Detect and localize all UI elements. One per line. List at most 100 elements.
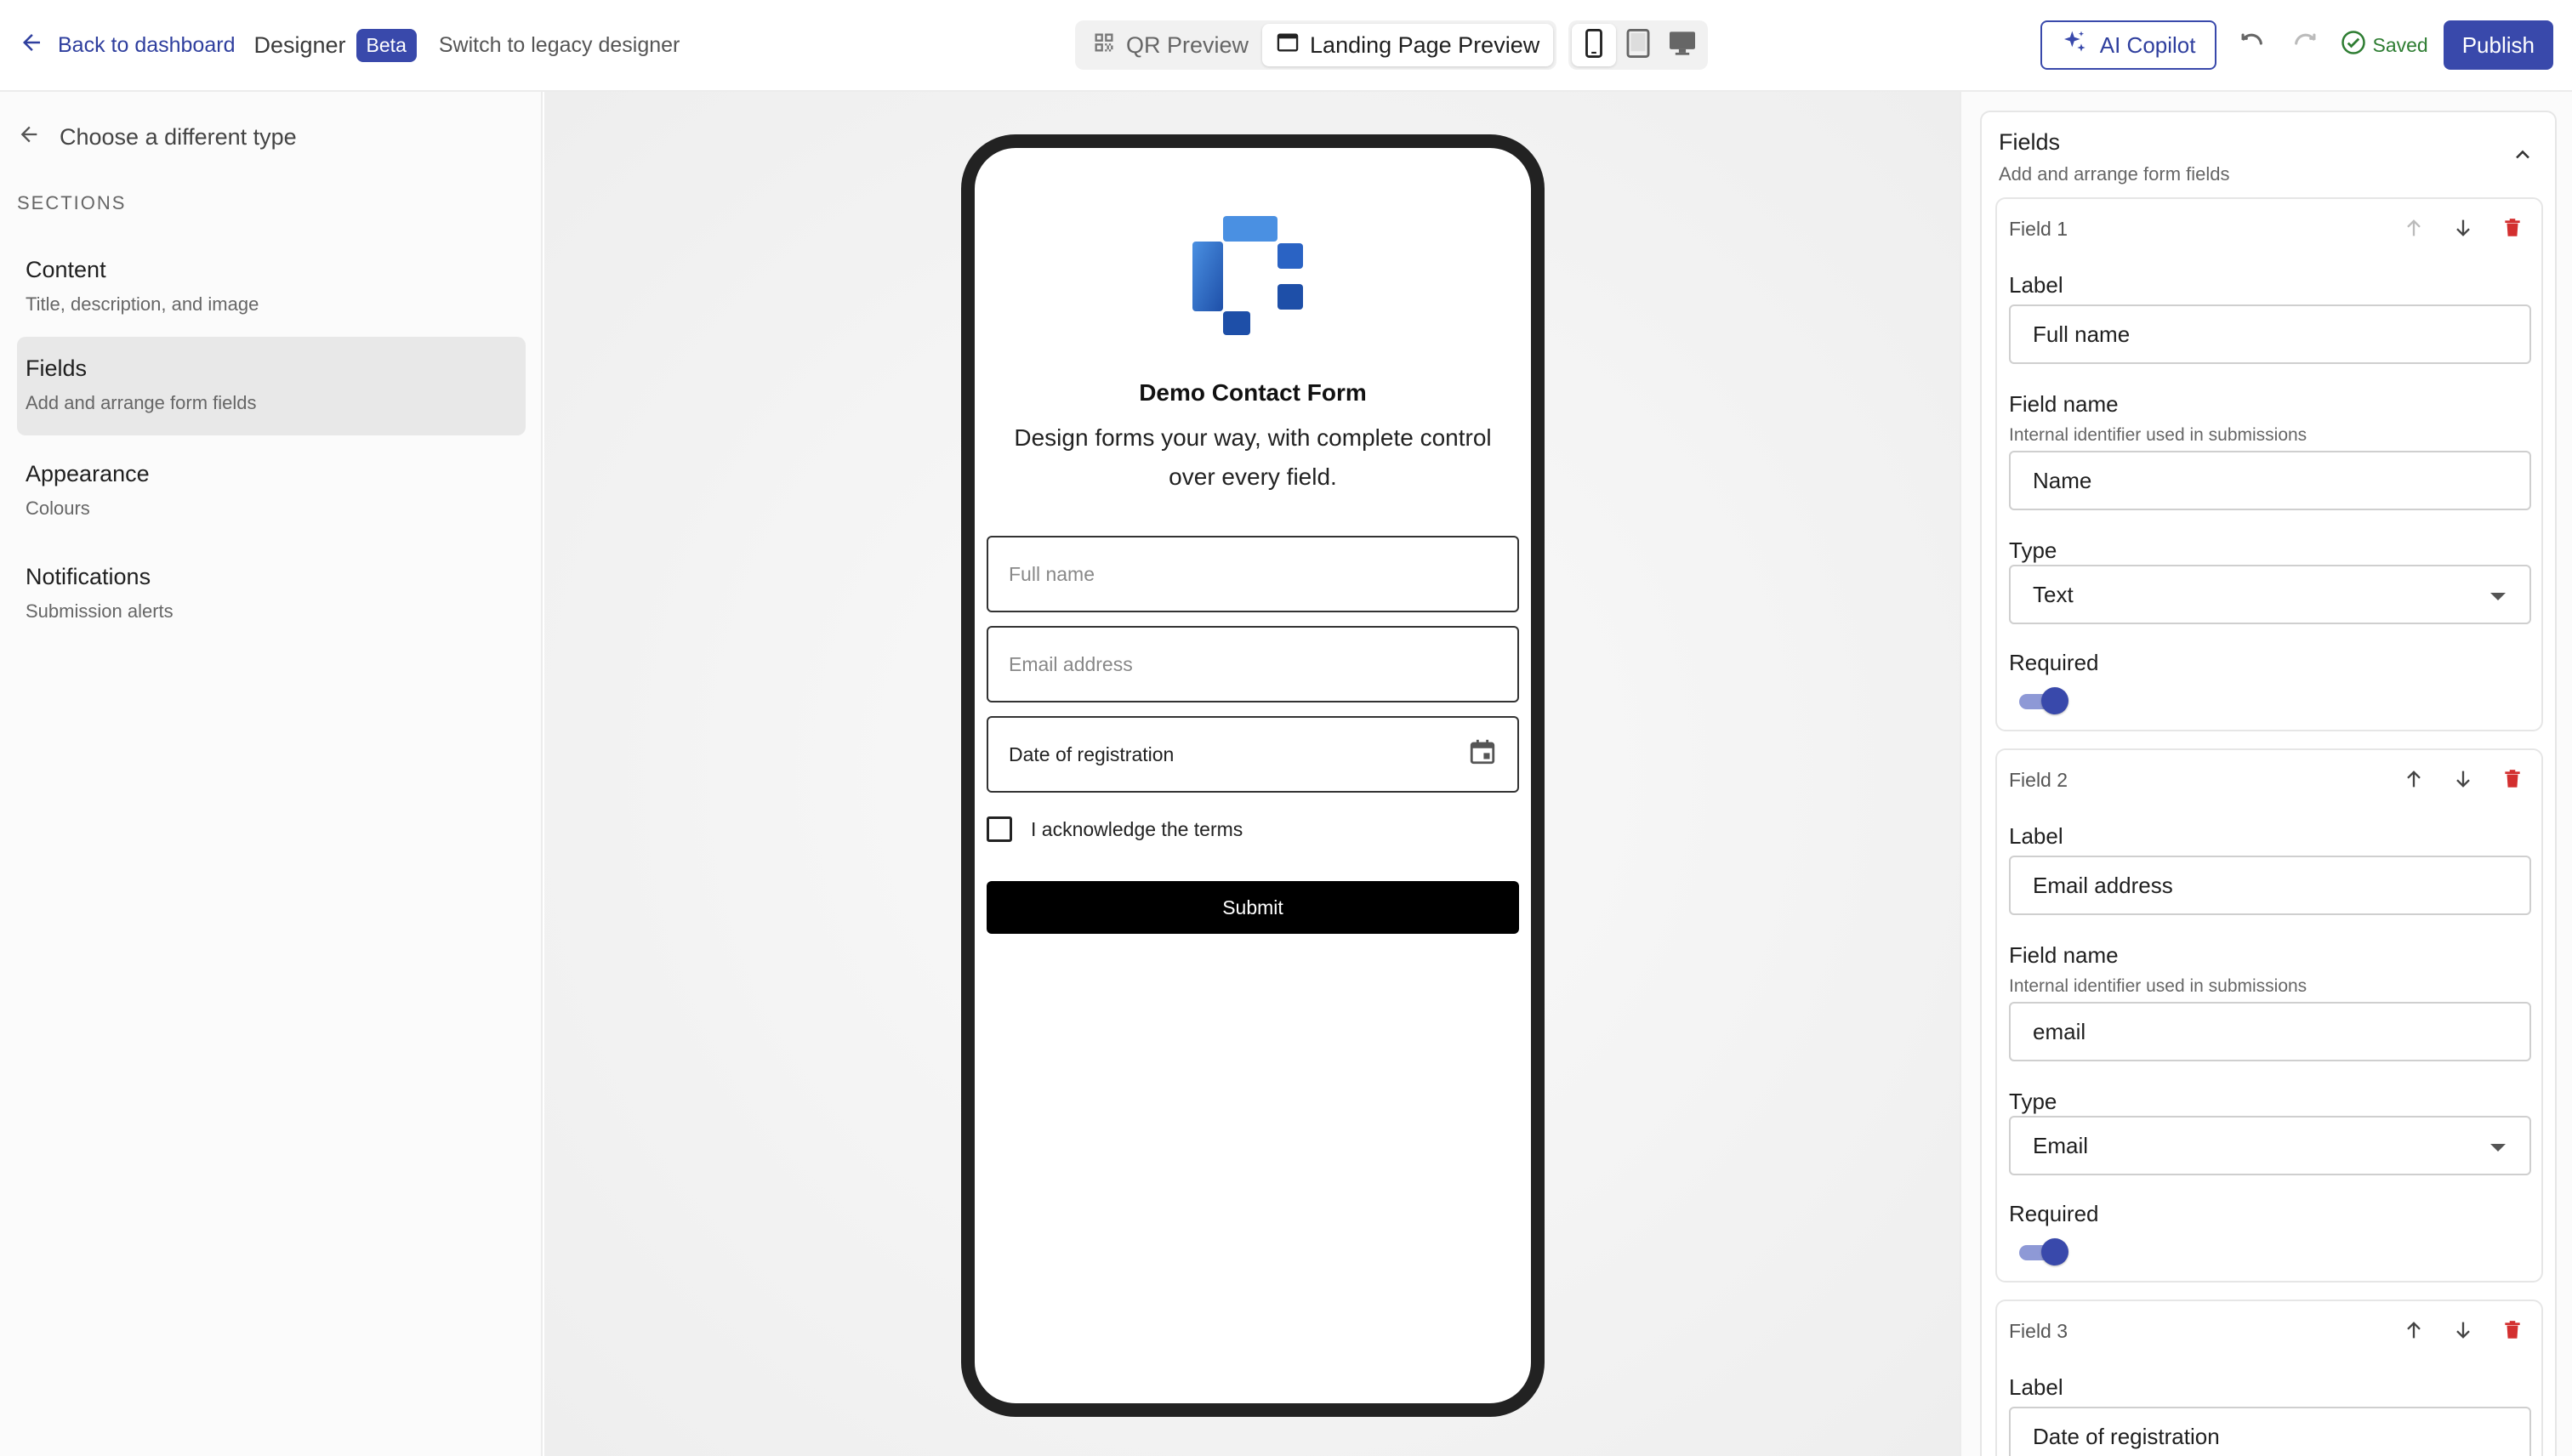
section-item-appearance[interactable]: Appearance Colours	[17, 442, 526, 541]
sections-sidebar: Choose a different type SECTIONS Content…	[0, 92, 543, 1456]
fields-card: Fields Add and arrange form fields Field…	[1980, 111, 2557, 1456]
switch-legacy-designer-link[interactable]: Switch to legacy designer	[439, 33, 680, 58]
undo-icon	[2237, 29, 2266, 62]
section-item-fields[interactable]: Fields Add and arrange form fields	[17, 337, 526, 435]
device-toggle	[1568, 20, 1709, 70]
choose-different-type-link[interactable]: Choose a different type	[17, 122, 297, 152]
section-item-notifications[interactable]: Notifications Submission alerts	[17, 545, 526, 644]
field-card-1: Field 1 Label Full name Field name Inter…	[1995, 197, 2543, 731]
move-up-button[interactable]	[2395, 211, 2433, 248]
caret-down-icon	[2489, 1133, 2507, 1159]
trash-icon	[2501, 767, 2524, 795]
terms-checkbox[interactable]	[987, 816, 1012, 842]
fields-panel-subtitle: Add and arrange form fields	[1999, 163, 2230, 185]
field-actions	[2395, 211, 2531, 248]
section-title: Notifications	[26, 564, 151, 589]
move-down-button[interactable]	[2444, 762, 2482, 799]
smartphone-icon	[1583, 28, 1605, 62]
field-actions	[2395, 762, 2531, 799]
tablet-device-button[interactable]	[1616, 24, 1660, 66]
field-name-help: Internal identifier used in submissions	[2009, 425, 2307, 445]
section-title: Fields	[26, 355, 88, 381]
trash-icon	[2501, 1318, 2524, 1346]
top-bar: Back to dashboard Designer Beta Switch t…	[0, 0, 2572, 92]
field-name-help: Internal identifier used in submissions	[2009, 976, 2307, 996]
field-number: Field 1	[2009, 218, 2068, 240]
fields-panel: Fields Add and arrange form fields Field…	[1960, 92, 2572, 1456]
field-card-2: Field 2 Label Email address Field name I…	[1995, 748, 2543, 1283]
caret-down-icon	[2489, 582, 2507, 608]
terms-checkbox-row: I acknowledge the terms	[987, 816, 1243, 842]
field-label-input[interactable]: Full name	[2009, 304, 2531, 364]
form-title: Demo Contact Form	[1139, 379, 1367, 406]
toggle-knob	[2041, 1238, 2068, 1265]
move-down-button[interactable]	[2444, 1313, 2482, 1351]
redo-button[interactable]	[2286, 26, 2325, 65]
trash-icon	[2501, 216, 2524, 244]
email-input[interactable]: Email address	[987, 626, 1519, 702]
field-type-value: Email	[2033, 1132, 2089, 1158]
required-caption: Required	[2009, 1201, 2099, 1226]
section-subtitle: Colours	[26, 498, 90, 519]
field-actions	[2395, 1313, 2531, 1351]
move-up-button[interactable]	[2395, 762, 2433, 799]
undo-button[interactable]	[2232, 26, 2271, 65]
date-of-registration-input[interactable]: Date of registration	[987, 716, 1519, 793]
required-caption: Required	[2009, 650, 2099, 675]
top-bar-left: Back to dashboard Designer Beta Switch t…	[19, 0, 680, 90]
desktop-device-button[interactable]	[1660, 24, 1704, 66]
ai-copilot-button[interactable]: AI Copilot	[2040, 20, 2216, 70]
delete-field-button[interactable]	[2494, 1313, 2531, 1351]
section-subtitle: Submission alerts	[26, 600, 174, 622]
label-caption: Label	[2009, 823, 2063, 849]
type-caption: Type	[2009, 537, 2057, 563]
back-to-dashboard-link[interactable]: Back to dashboard	[19, 30, 235, 61]
section-item-content[interactable]: Content Title, description, and image	[17, 238, 526, 337]
arrow-down-icon	[2451, 767, 2475, 795]
form-description: Design forms your way, with complete con…	[1014, 424, 1492, 490]
label-caption: Label	[2009, 272, 2063, 298]
field-name-input[interactable]: Name	[2009, 451, 2531, 510]
mobile-device-button[interactable]	[1572, 24, 1617, 66]
required-toggle[interactable]	[2019, 687, 2068, 714]
full-name-input[interactable]: Full name	[987, 536, 1519, 612]
fields-panel-title: Fields	[1999, 129, 2061, 155]
phone-frame: Demo Contact Form Design forms your way,…	[961, 134, 1545, 1417]
choose-different-type-label: Choose a different type	[60, 124, 297, 150]
terms-checkbox-label: I acknowledge the terms	[1031, 817, 1243, 840]
landing-page-preview-tab[interactable]: Landing Page Preview	[1262, 24, 1554, 66]
label-caption: Label	[2009, 1374, 2063, 1400]
qr-preview-tab[interactable]: QR Preview	[1078, 24, 1262, 66]
type-caption: Type	[2009, 1089, 2057, 1114]
field-type-select[interactable]: Text	[2009, 565, 2531, 624]
chevron-up-icon	[2511, 143, 2535, 171]
redo-icon	[2291, 29, 2320, 62]
section-title: Content	[26, 257, 106, 282]
collapse-fields-button[interactable]	[2504, 138, 2541, 175]
publish-button[interactable]: Publish	[2443, 20, 2553, 70]
section-subtitle: Add and arrange form fields	[26, 392, 257, 413]
delete-field-button[interactable]	[2494, 211, 2531, 248]
arrow-left-icon	[19, 30, 44, 61]
submit-button[interactable]: Submit	[987, 881, 1519, 934]
field-number: Field 3	[2009, 1320, 2068, 1342]
qr-preview-label: QR Preview	[1126, 31, 1249, 58]
arrow-up-icon	[2402, 1318, 2426, 1346]
sections-heading: SECTIONS	[17, 192, 127, 213]
required-toggle[interactable]	[2019, 1238, 2068, 1265]
check-circle-icon	[2341, 30, 2366, 60]
save-status: Saved	[2341, 30, 2428, 60]
form-logo	[1192, 216, 1303, 335]
field-card-3: Field 3 Label Date of registration	[1995, 1300, 2543, 1456]
field-name-input[interactable]: email	[2009, 1002, 2531, 1061]
field-type-select[interactable]: Email	[2009, 1116, 2531, 1175]
move-up-button[interactable]	[2395, 1313, 2433, 1351]
field-label-input[interactable]: Date of registration	[2009, 1407, 2531, 1456]
landing-page-preview-label: Landing Page Preview	[1310, 31, 1540, 58]
back-to-dashboard-label: Back to dashboard	[58, 32, 236, 57]
section-title: Appearance	[26, 461, 150, 486]
delete-field-button[interactable]	[2494, 762, 2531, 799]
move-down-button[interactable]	[2444, 211, 2482, 248]
designer-label: Designer	[253, 31, 346, 58]
field-label-input[interactable]: Email address	[2009, 856, 2531, 915]
